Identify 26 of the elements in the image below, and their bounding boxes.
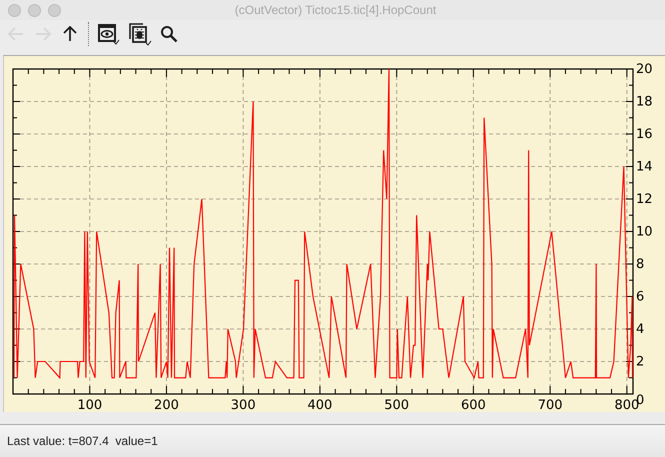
y-tick-label: 2: [636, 354, 644, 370]
bug-icon: [128, 22, 152, 46]
x-tick-label: 600: [460, 398, 486, 411]
x-tick-label: 500: [384, 398, 410, 411]
y-tick-label: 14: [636, 160, 653, 174]
x-tick-label: 200: [154, 398, 179, 411]
y-tick-label: 4: [636, 322, 644, 337]
x-tick-label: 100: [77, 398, 102, 411]
window-title: (cOutVector) Tictoc15.tic[4].HopCount: [234, 3, 438, 17]
y-tick-label: 20: [636, 62, 653, 77]
x-tick-label: 700: [538, 398, 563, 411]
bug-button[interactable]: [126, 21, 154, 47]
y-tick-label: 12: [636, 192, 653, 207]
y-tick-label: 8: [636, 257, 644, 272]
status-text: Last value: t=807.4 value=1: [7, 434, 158, 448]
zoom-button[interactable]: [48, 4, 61, 16]
y-tick-label: 10: [636, 224, 653, 240]
y-tick-label: 16: [636, 127, 653, 142]
x-tick-label: 300: [230, 398, 256, 411]
minimize-button[interactable]: [28, 4, 41, 16]
x-tick-label: 400: [308, 398, 332, 411]
eye-window-icon: [97, 22, 121, 46]
y-tick-label: 18: [636, 94, 653, 110]
search-icon: [159, 24, 179, 44]
close-button[interactable]: [8, 4, 21, 16]
y-tick-label: 6: [636, 290, 644, 304]
